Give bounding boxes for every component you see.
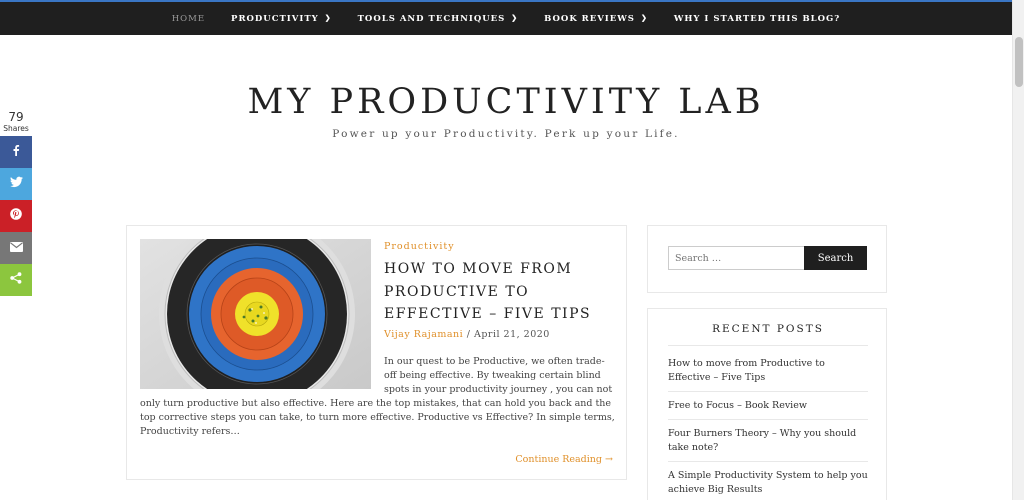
- search-input[interactable]: [668, 246, 805, 270]
- pinterest-icon: [10, 208, 22, 224]
- share-button[interactable]: [0, 264, 32, 296]
- recent-post-link[interactable]: How to move from Productive to Effective…: [668, 349, 868, 392]
- twitter-share-button[interactable]: [0, 168, 32, 200]
- nav-menu: HOME PRODUCTIVITY ❯ TOOLS AND TECHNIQUES ❯…: [0, 2, 1012, 35]
- nav-item-home[interactable]: HOME: [159, 14, 218, 24]
- chevron-down-icon: ❯: [324, 13, 332, 22]
- post-date: April 21, 2020: [473, 329, 550, 340]
- nav-item-label: WHY I STARTED THIS BLOG?: [673, 13, 841, 24]
- twitter-icon: [9, 176, 23, 192]
- nav-item-productivity[interactable]: PRODUCTIVITY ❯: [218, 13, 345, 24]
- chevron-down-icon: ❯: [511, 13, 519, 22]
- search-widget: Search: [647, 225, 887, 293]
- scrollbar-thumb[interactable]: [1015, 37, 1023, 87]
- continue-reading-link[interactable]: Continue Reading →: [515, 454, 613, 465]
- nav-item-label: PRODUCTIVITY: [231, 13, 319, 24]
- nav-item-label: HOME: [171, 13, 206, 24]
- recent-posts-list: How to move from Productive to Effective…: [668, 349, 868, 500]
- share-count-label: Shares: [3, 124, 29, 133]
- facebook-icon: [10, 144, 22, 160]
- thumbnail-spacer: [140, 355, 371, 395]
- email-share-button[interactable]: [0, 232, 32, 264]
- top-navigation: HOME PRODUCTIVITY ❯ TOOLS AND TECHNIQUES ❯…: [0, 0, 1012, 35]
- recent-post-link[interactable]: Free to Focus – Book Review: [668, 392, 868, 420]
- share-count: 79: [8, 110, 24, 124]
- nav-item-label: TOOLS AND TECHNIQUES: [357, 13, 506, 24]
- post-excerpt-container: In our quest to be Productive, we often …: [140, 355, 615, 439]
- post-card: Productivity HOW TO MOVE FROM PRODUCTIVE…: [126, 225, 627, 480]
- nav-item-why-i-started[interactable]: WHY I STARTED THIS BLOG?: [661, 14, 853, 24]
- site-title[interactable]: MY PRODUCTIVITY LAB: [0, 82, 1012, 122]
- post-title[interactable]: HOW TO MOVE FROM PRODUCTIVE TO EFFECTIVE…: [384, 258, 619, 326]
- post-meta: Vijay Rajamani / April 21, 2020: [384, 329, 550, 340]
- share-icon: [10, 272, 22, 288]
- social-share-bar: 79 Shares: [0, 110, 32, 296]
- email-icon: [9, 241, 23, 256]
- page-scrollbar[interactable]: [1012, 0, 1024, 500]
- recent-posts-widget: RECENT POSTS How to move from Productive…: [647, 308, 887, 500]
- recent-post-link[interactable]: A Simple Productivity System to help you…: [668, 462, 868, 500]
- nav-item-book-reviews[interactable]: BOOK REVIEWS ❯: [531, 13, 661, 24]
- nav-item-label: BOOK REVIEWS: [544, 13, 635, 24]
- nav-item-tools-and-techniques[interactable]: TOOLS AND TECHNIQUES ❯: [345, 13, 532, 24]
- recent-posts-title: RECENT POSTS: [648, 323, 888, 346]
- post-author-link[interactable]: Vijay Rajamani: [384, 329, 463, 340]
- meta-separator: /: [466, 329, 471, 340]
- recent-post-link[interactable]: Four Burners Theory – Why you should tak…: [668, 420, 868, 462]
- site-tagline: Power up your Productivity. Perk up your…: [332, 128, 680, 140]
- chevron-down-icon: ❯: [640, 13, 648, 22]
- post-category-link[interactable]: Productivity: [384, 241, 455, 252]
- pinterest-share-button[interactable]: [0, 200, 32, 232]
- facebook-share-button[interactable]: [0, 136, 32, 168]
- search-button[interactable]: Search: [804, 246, 867, 270]
